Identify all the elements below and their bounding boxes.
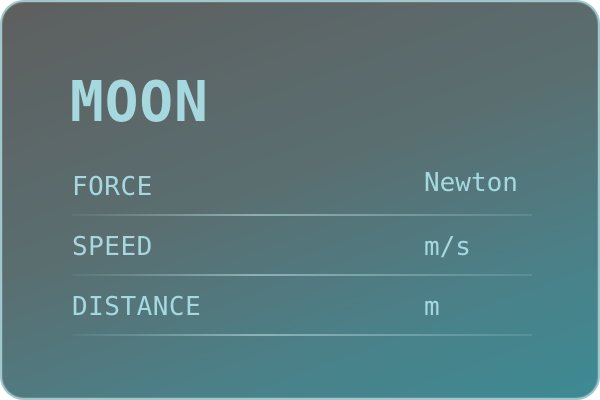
row-speed: SPEED m/s (72, 232, 532, 276)
row-unit: Newton (424, 168, 518, 198)
row-force: FORCE Newton (72, 168, 532, 216)
row-divider (72, 334, 532, 336)
row-divider (72, 214, 532, 216)
row-unit: m/s (424, 232, 471, 262)
row-label: DISTANCE (72, 292, 202, 322)
info-card: MOON FORCE Newton SPEED m/s DISTANCE m (0, 0, 600, 400)
row-distance: DISTANCE m (72, 292, 532, 336)
row-unit: m (424, 292, 440, 322)
row-divider (72, 274, 532, 276)
row-label: SPEED (72, 232, 153, 262)
row-label: FORCE (72, 172, 153, 202)
card-title: MOON (70, 70, 209, 135)
